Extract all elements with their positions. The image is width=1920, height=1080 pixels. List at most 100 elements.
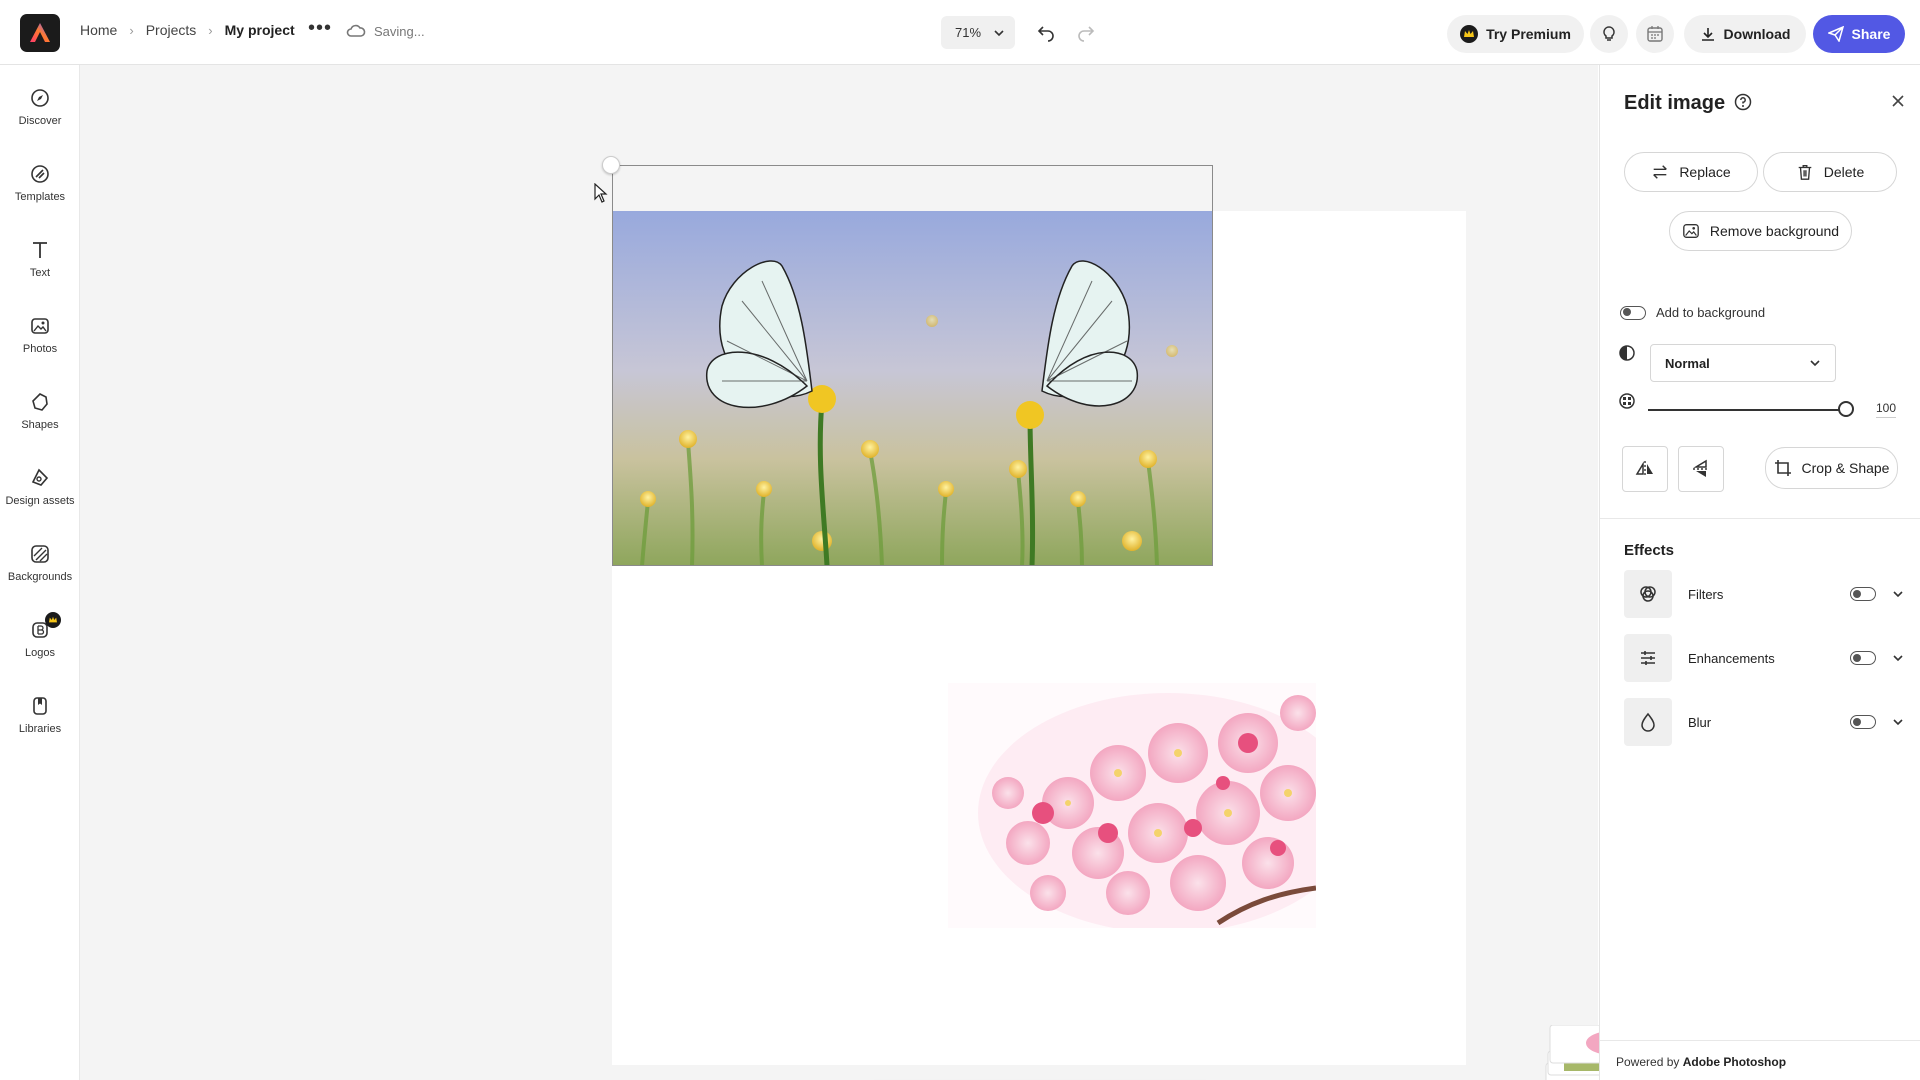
compass-icon	[29, 87, 51, 109]
chevron-down-icon	[994, 29, 1004, 36]
add-to-background-label: Add to background	[1656, 305, 1766, 320]
sidebar-item-backgrounds[interactable]: Backgrounds	[0, 543, 80, 603]
premium-crown-icon	[45, 612, 61, 628]
remove-background-button[interactable]: Remove background	[1669, 211, 1852, 251]
flip-horizontal-icon	[1635, 461, 1653, 477]
blend-mode-dropdown[interactable]: Normal	[1650, 344, 1836, 382]
effect-label: Filters	[1688, 586, 1724, 602]
enhancements-toggle[interactable]	[1850, 651, 1876, 665]
chevron-right-icon: ›	[129, 22, 134, 38]
try-premium-label: Try Premium	[1486, 26, 1571, 42]
try-premium-button[interactable]: Try Premium	[1447, 15, 1584, 53]
replace-button[interactable]: Replace	[1624, 152, 1758, 192]
photo-icon	[29, 315, 51, 337]
effect-enhancements[interactable]: Enhancements	[1624, 634, 1904, 682]
save-status: Saving...	[346, 23, 425, 39]
sidebar-item-shapes[interactable]: Shapes	[0, 391, 80, 451]
sidebar-item-discover[interactable]: Discover	[0, 87, 80, 147]
enhancements-icon	[1624, 634, 1672, 682]
cherry-blossom-image[interactable]	[948, 683, 1316, 928]
left-sidebar: Discover Templates Text Photos Shapes De…	[0, 65, 80, 1080]
sidebar-item-label: Templates	[14, 191, 66, 203]
chevron-down-icon[interactable]	[1892, 588, 1904, 600]
selection-frame[interactable]	[612, 165, 1213, 566]
replace-label: Replace	[1679, 164, 1731, 180]
breadcrumb-projects[interactable]: Projects	[146, 22, 197, 38]
crop-icon	[1774, 460, 1791, 476]
sidebar-item-photos[interactable]: Photos	[0, 315, 80, 375]
text-icon	[29, 239, 51, 261]
undo-icon	[1037, 26, 1054, 42]
blend-mode-value: Normal	[1665, 355, 1710, 371]
effect-label: Enhancements	[1688, 650, 1775, 666]
effect-filters[interactable]: Filters	[1624, 570, 1904, 618]
top-bar: Home › Projects › My project ••• Saving.…	[0, 0, 1920, 65]
send-icon	[1827, 26, 1844, 42]
zoom-dropdown[interactable]: 71%	[941, 16, 1015, 49]
effect-blur[interactable]: Blur	[1624, 698, 1904, 746]
chevron-down-icon	[1810, 360, 1820, 367]
download-label: Download	[1723, 26, 1791, 42]
sidebar-item-libraries[interactable]: Libraries	[0, 695, 80, 755]
panel-title: Edit image	[1624, 92, 1726, 114]
opacity-icon	[1619, 393, 1635, 409]
flip-vertical-button[interactable]	[1678, 446, 1724, 492]
blur-toggle[interactable]	[1850, 715, 1876, 729]
swap-icon	[1653, 165, 1668, 179]
remove-background-label: Remove background	[1709, 223, 1840, 239]
sidebar-item-label: Photos	[22, 343, 58, 355]
delete-button[interactable]: Delete	[1763, 152, 1897, 192]
sidebar-item-templates[interactable]: Templates	[0, 163, 80, 223]
opacity-slider-thumb[interactable]	[1838, 401, 1854, 417]
crop-and-shape-button[interactable]: Crop & Shape	[1765, 447, 1898, 489]
effects-heading: Effects	[1624, 542, 1675, 559]
more-options-button[interactable]: •••	[308, 18, 332, 42]
logos-icon	[29, 612, 61, 641]
sidebar-item-text[interactable]: Text	[0, 239, 80, 299]
section-divider	[1600, 518, 1920, 519]
sidebar-item-label: Discover	[18, 115, 62, 127]
share-button[interactable]: Share	[1813, 15, 1905, 53]
rotate-handle[interactable]	[602, 156, 620, 174]
edit-image-panel: Edit image Replace Delete Remove backgro…	[1599, 65, 1920, 1080]
effect-label: Blur	[1688, 714, 1712, 730]
opacity-slider-track[interactable]	[1648, 409, 1846, 411]
sidebar-item-design-assets[interactable]: Design assets	[0, 467, 80, 527]
lightbulb-icon	[1603, 26, 1615, 41]
flip-horizontal-button[interactable]	[1622, 446, 1668, 492]
flip-vertical-icon	[1693, 459, 1709, 477]
mouse-cursor-icon	[594, 183, 608, 203]
redo-button[interactable]	[1074, 20, 1098, 44]
filters-icon	[1624, 570, 1672, 618]
filters-toggle[interactable]	[1850, 587, 1876, 601]
sidebar-item-label: Text	[29, 267, 51, 279]
canvas-workspace[interactable]: 3 1	[80, 65, 1666, 1080]
trash-icon	[1798, 165, 1812, 180]
close-icon[interactable]	[1890, 93, 1906, 109]
sidebar-item-logos[interactable]: Logos	[0, 612, 80, 679]
share-label: Share	[1851, 26, 1891, 42]
help-icon[interactable]	[1734, 93, 1752, 111]
backgrounds-icon	[29, 543, 51, 565]
undo-button[interactable]	[1034, 20, 1058, 44]
add-to-background-toggle[interactable]	[1620, 305, 1646, 320]
powered-by-prefix: Powered by	[1616, 1055, 1680, 1069]
adobe-express-logo[interactable]	[20, 14, 60, 52]
templates-icon	[29, 163, 51, 185]
delete-label: Delete	[1823, 164, 1865, 180]
chevron-down-icon[interactable]	[1892, 652, 1904, 664]
sidebar-item-label: Backgrounds	[7, 571, 73, 583]
save-status-text: Saving...	[374, 23, 425, 39]
libraries-icon	[29, 695, 51, 717]
breadcrumb-home[interactable]: Home	[80, 22, 117, 38]
schedule-button[interactable]	[1636, 15, 1674, 53]
sidebar-item-label: Design assets	[5, 495, 75, 507]
chevron-right-icon: ›	[208, 22, 213, 38]
cloud-sync-icon	[346, 24, 366, 37]
crown-icon	[1460, 25, 1479, 43]
idea-button[interactable]	[1590, 15, 1628, 53]
chevron-down-icon[interactable]	[1892, 716, 1904, 728]
download-button[interactable]: Download	[1684, 15, 1806, 53]
project-title[interactable]: My project	[225, 22, 295, 38]
opacity-value-field[interactable]: 100	[1876, 401, 1897, 418]
